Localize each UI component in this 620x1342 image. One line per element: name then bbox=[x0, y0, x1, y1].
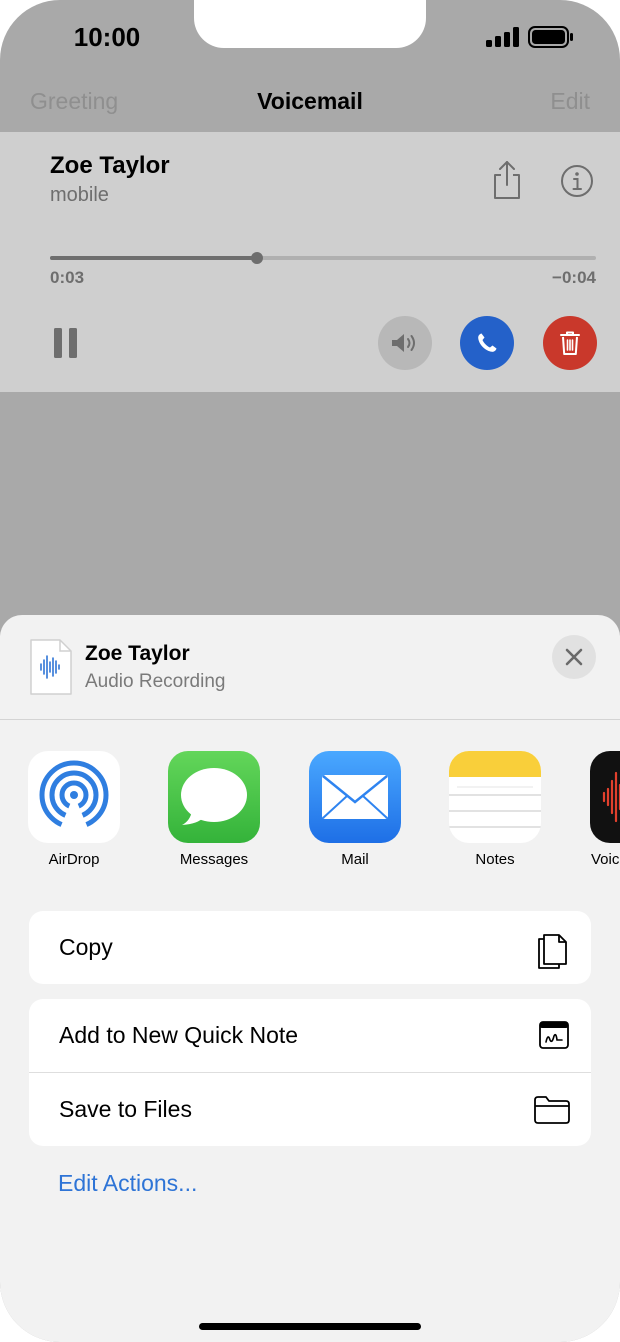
share-icon[interactable] bbox=[490, 160, 524, 200]
notch bbox=[194, 0, 426, 48]
share-app-airdrop[interactable]: AirDrop bbox=[14, 751, 134, 868]
action-group-copy: Copy bbox=[29, 911, 591, 984]
app-label: AirDrop bbox=[48, 851, 100, 868]
copy-icon bbox=[538, 934, 567, 969]
home-indicator[interactable] bbox=[199, 1323, 421, 1330]
phone-screen: 10:00 Greeting Voicemail Edit Zoe Taylor… bbox=[0, 0, 620, 1342]
app-label: Voice Memos bbox=[590, 851, 620, 868]
edit-actions-link[interactable]: Edit Actions... bbox=[58, 1170, 197, 1197]
audio-file-icon bbox=[30, 639, 72, 695]
quick-note-action[interactable]: Add to New Quick Note bbox=[29, 999, 591, 1072]
quick-note-label: Add to New Quick Note bbox=[59, 1022, 299, 1048]
voicemail-card: Zoe Taylor mobile 0:03 −0:04 bbox=[0, 132, 620, 392]
voice-memos-icon bbox=[590, 751, 620, 843]
playback-progress bbox=[50, 256, 258, 260]
info-icon[interactable] bbox=[560, 164, 594, 198]
share-app-mail[interactable]: Mail bbox=[295, 751, 415, 868]
caller-label: mobile bbox=[50, 184, 109, 206]
signal-icon bbox=[486, 27, 519, 47]
quick-note-icon bbox=[539, 1021, 569, 1049]
airdrop-icon bbox=[28, 751, 120, 843]
sheet-subtitle: Audio Recording bbox=[85, 671, 226, 692]
app-label: Mail bbox=[341, 851, 369, 868]
call-back-button[interactable] bbox=[460, 316, 514, 370]
folder-icon bbox=[534, 1096, 570, 1124]
header-divider bbox=[0, 719, 620, 720]
trash-icon bbox=[560, 331, 580, 355]
action-group-more: Add to New Quick Note Save to Files bbox=[29, 999, 591, 1146]
battery-icon bbox=[528, 26, 573, 48]
mail-icon bbox=[309, 751, 401, 843]
remaining-time: −0:04 bbox=[552, 268, 596, 287]
speaker-icon bbox=[392, 334, 415, 352]
phone-icon bbox=[478, 333, 497, 352]
share-app-notes[interactable]: Notes bbox=[435, 751, 555, 868]
playback-scrubber[interactable] bbox=[50, 252, 596, 264]
copy-action[interactable]: Copy bbox=[29, 911, 591, 984]
status-time: 10:00 bbox=[73, 22, 141, 52]
sheet-title: Zoe Taylor bbox=[85, 642, 190, 665]
caller-name: Zoe Taylor bbox=[50, 152, 170, 179]
messages-icon bbox=[168, 751, 260, 843]
close-button[interactable] bbox=[552, 635, 596, 679]
edit-button[interactable]: Edit bbox=[550, 88, 590, 115]
nav-bar: Greeting Voicemail Edit bbox=[0, 70, 620, 132]
speaker-button[interactable] bbox=[378, 316, 432, 370]
save-to-files-action[interactable]: Save to Files bbox=[29, 1072, 591, 1146]
pause-icon[interactable] bbox=[54, 328, 78, 358]
app-label: Notes bbox=[475, 851, 515, 868]
elapsed-time: 0:03 bbox=[50, 268, 85, 287]
notes-icon bbox=[449, 751, 541, 843]
share-sheet: Zoe Taylor Audio Recording AirDrop Messa… bbox=[0, 615, 620, 1342]
copy-label: Copy bbox=[59, 934, 113, 960]
nav-title: Voicemail bbox=[257, 88, 363, 114]
share-app-voice-memos[interactable]: Voice Memos bbox=[576, 751, 620, 868]
share-app-messages[interactable]: Messages bbox=[154, 751, 274, 868]
scrubber-knob[interactable] bbox=[251, 252, 264, 264]
app-label: Messages bbox=[179, 851, 249, 868]
save-to-files-label: Save to Files bbox=[59, 1096, 192, 1122]
delete-button[interactable] bbox=[543, 316, 597, 370]
close-icon bbox=[565, 648, 583, 666]
